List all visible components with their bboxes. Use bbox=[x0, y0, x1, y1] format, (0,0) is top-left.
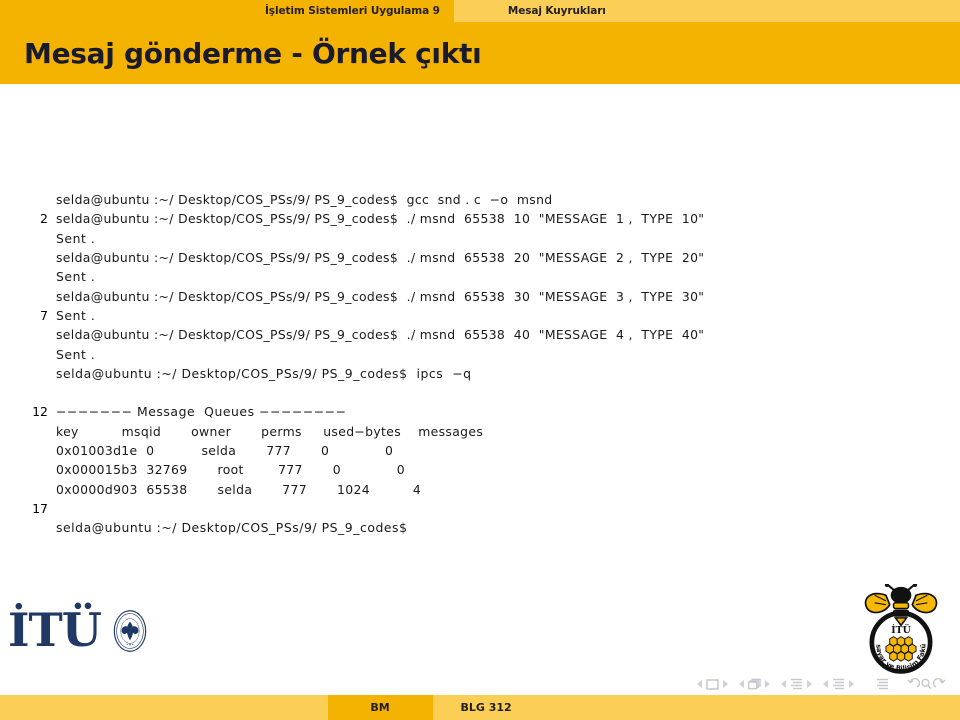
presentation-navigation-group[interactable] bbox=[876, 678, 889, 690]
navigation-bar: İşletim Sistemleri Uygulama 9 Mesaj Kuyr… bbox=[0, 0, 960, 22]
slide-title-bar: Mesaj gönderme - Örnek çıktı bbox=[0, 22, 960, 84]
itu-seal-icon bbox=[113, 610, 147, 652]
code-line-text: selda@ubuntu :~/ Desktop/COS_PSs/9/ PS_9… bbox=[56, 327, 705, 343]
slide-square-icon[interactable] bbox=[706, 678, 719, 690]
search-icon[interactable] bbox=[920, 678, 933, 690]
code-line: Sent . bbox=[0, 229, 960, 248]
subsection-lines-icon[interactable] bbox=[790, 678, 803, 690]
nav-subsection-label: Mesaj Kuyrukları bbox=[507, 5, 606, 17]
code-line: selda@ubuntu :~/ Desktop/COS_PSs/9/ PS_9… bbox=[0, 325, 960, 344]
code-line: selda@ubuntu :~/ Desktop/COS_PSs/9/ PS_9… bbox=[0, 286, 960, 305]
go-forward-icon[interactable] bbox=[933, 678, 946, 690]
code-line: 17 bbox=[0, 499, 960, 518]
slide-content: selda@ubuntu :~/ Desktop/COS_PSs/9/ PS_9… bbox=[0, 87, 960, 579]
status-course-code: BLG 312 bbox=[432, 695, 633, 720]
code-line: 12 −−−−−−− Message Queues −−−−−−−− bbox=[0, 402, 960, 421]
status-institute: BM bbox=[327, 695, 433, 720]
code-line: 0x0000d903 65538 selda 777 1024 4 bbox=[0, 479, 960, 498]
code-line-text: selda@ubuntu :~/ Desktop/COS_PSs/9/ PS_9… bbox=[56, 211, 705, 227]
code-line: selda@ubuntu :~/ Desktop/COS_PSs/9/ PS_9… bbox=[0, 518, 960, 537]
subsection-navigation-group[interactable] bbox=[781, 678, 812, 690]
line-number: 12 bbox=[32, 404, 48, 420]
nav-spacer bbox=[0, 0, 265, 22]
beamer-navigation-symbols[interactable] bbox=[686, 678, 946, 690]
previous-subsection-arrow-icon[interactable] bbox=[781, 680, 786, 688]
next-section-arrow-icon[interactable] bbox=[849, 680, 854, 688]
code-line: 2 selda@ubuntu :~/ Desktop/COS_PSs/9/ PS_… bbox=[0, 209, 960, 228]
code-line-text: 0x01003d1e 0 selda 777 0 0 bbox=[56, 443, 394, 458]
next-subsection-arrow-icon[interactable] bbox=[807, 680, 812, 688]
code-line: Sent . bbox=[0, 267, 960, 286]
code-line-text: key msqid owner perms used−bytes message… bbox=[56, 423, 484, 439]
section-navigation-group[interactable] bbox=[823, 678, 854, 690]
back-search-forward-group[interactable] bbox=[907, 678, 946, 690]
code-line-text: 0x000015b3 32769 root 777 0 0 bbox=[56, 462, 406, 478]
faculty-bee-logo-icon: İTÜ Bilgisayar ve Bilişim Fakültesi bbox=[854, 584, 938, 674]
status-bar: BM BLG 312 bbox=[0, 695, 960, 720]
itu-logo: İTÜ bbox=[8, 606, 153, 654]
code-line: selda@ubuntu :~/ Desktop/COS_PSs/9/ PS_9… bbox=[0, 190, 960, 209]
code-line: Sent . bbox=[0, 344, 960, 363]
frame-stack-icon[interactable] bbox=[748, 678, 761, 690]
terminal-output-listing: selda@ubuntu :~/ Desktop/COS_PSs/9/ PS_9… bbox=[0, 190, 960, 537]
next-slide-arrow-icon[interactable] bbox=[723, 680, 728, 688]
code-line-text: 0x0000d903 65538 selda 777 1024 4 bbox=[56, 481, 422, 497]
code-line-text: Sent . bbox=[56, 307, 96, 323]
nav-section-item[interactable]: İşletim Sistemleri Uygulama 9 bbox=[265, 0, 454, 22]
code-line-text: selda@ubuntu :~/ Desktop/COS_PSs/9/ PS_9… bbox=[56, 520, 408, 536]
code-line-text: −−−−−−− Message Queues −−−−−−−− bbox=[56, 404, 347, 420]
code-line: selda@ubuntu :~/ Desktop/COS_PSs/9/ PS_9… bbox=[0, 248, 960, 267]
code-line: selda@ubuntu :~/ Desktop/COS_PSs/9/ PS_9… bbox=[0, 364, 960, 383]
code-line-text: selda@ubuntu :~/ Desktop/COS_PSs/9/ PS_9… bbox=[56, 365, 472, 381]
status-spacer-left bbox=[0, 695, 328, 720]
previous-slide-arrow-icon[interactable] bbox=[697, 680, 702, 688]
presentation-lines-icon[interactable] bbox=[876, 678, 889, 690]
code-line-text: selda@ubuntu :~/ Desktop/COS_PSs/9/ PS_9… bbox=[56, 250, 705, 266]
code-line: key msqid owner perms used−bytes message… bbox=[0, 422, 960, 441]
code-line-text: selda@ubuntu :~/ Desktop/COS_PSs/9/ PS_9… bbox=[56, 192, 553, 208]
code-line-text: Sent . bbox=[56, 230, 96, 246]
line-number: 2 bbox=[40, 211, 48, 227]
previous-section-arrow-icon[interactable] bbox=[823, 680, 828, 688]
page-title: Mesaj gönderme - Örnek çıktı bbox=[24, 36, 482, 70]
nav-subsection-item[interactable]: Mesaj Kuyrukları bbox=[453, 0, 960, 22]
status-spacer-right bbox=[632, 695, 960, 720]
line-number: 17 bbox=[32, 500, 48, 516]
slide-footer: İTÜ İTÜ sayar ve Bilişim Fakü BM BLG 312 bbox=[0, 584, 960, 720]
line-number: 7 bbox=[40, 307, 48, 323]
frame-navigation-group[interactable] bbox=[739, 678, 770, 690]
section-lines-icon[interactable] bbox=[832, 678, 845, 690]
code-line: 0x01003d1e 0 selda 777 0 0 bbox=[0, 441, 960, 460]
code-line-text: selda@ubuntu :~/ Desktop/COS_PSs/9/ PS_9… bbox=[56, 288, 705, 304]
itu-wordmark: İTÜ bbox=[8, 603, 102, 657]
bee-logo-itu-text: İTÜ bbox=[891, 623, 911, 636]
code-line: 7 Sent . bbox=[0, 306, 960, 325]
code-line-text: Sent . bbox=[56, 269, 96, 285]
code-line-text: Sent . bbox=[56, 346, 96, 362]
nav-section-label: İşletim Sistemleri Uygulama 9 bbox=[265, 5, 440, 17]
next-frame-arrow-icon[interactable] bbox=[765, 680, 770, 688]
slide-navigation-group[interactable] bbox=[697, 678, 728, 690]
go-back-icon[interactable] bbox=[907, 678, 920, 690]
code-line: 0x000015b3 32769 root 777 0 0 bbox=[0, 460, 960, 479]
previous-frame-arrow-icon[interactable] bbox=[739, 680, 744, 688]
